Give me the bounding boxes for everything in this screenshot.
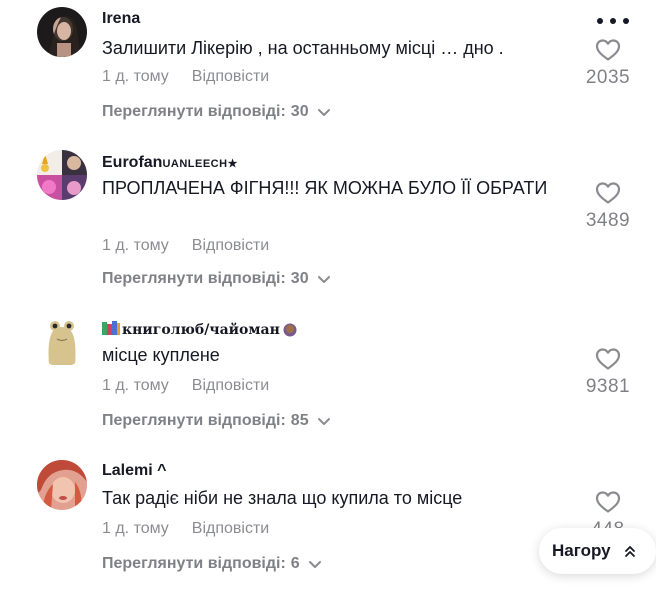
view-replies-label: Переглянути відповіді: [102, 103, 286, 120]
like-count: 3489 [585, 210, 631, 231]
comment-time: 1 д. тому [102, 520, 169, 537]
reply-count: 30 [290, 103, 309, 120]
avatar[interactable] [37, 460, 87, 510]
view-replies-button[interactable]: Переглянути відповіді: 85 [102, 412, 331, 430]
ellipsis-icon [597, 18, 603, 24]
avatar[interactable] [37, 150, 87, 200]
heart-outline-icon [595, 348, 621, 370]
view-replies-label: Переглянути відповіді: [102, 412, 286, 429]
like-button[interactable]: 3489 [578, 181, 638, 232]
reply-button[interactable]: Відповісти [192, 520, 269, 537]
comment-time: 1 д. тому [102, 68, 169, 85]
double-chevron-up-icon [624, 546, 635, 557]
avatar[interactable] [37, 317, 87, 367]
comment-meta: 1 д. тому Відповісти [102, 68, 269, 86]
username-suffix: UANLEECH★ [162, 158, 238, 170]
comment-time: 1 д. тому [102, 237, 169, 254]
comment-text: Залишити Лікерію , на останньому місці …… [102, 38, 504, 58]
chevron-down-icon [317, 109, 330, 116]
comment-meta: 1 д. тому Відповісти [102, 377, 269, 395]
chevron-down-icon [317, 418, 330, 425]
comment-text: ПРОПЛАЧЕНА ФІГНЯ!!! ЯК МОЖНА БУЛО ЇЇ ОБР… [102, 178, 548, 198]
books-icon [102, 321, 120, 335]
like-button[interactable]: 9381 [578, 347, 638, 398]
comment-time: 1 д. тому [102, 377, 169, 394]
comment-text: Так радіє ніби не знала що купила то міс… [102, 488, 463, 508]
avatar[interactable] [37, 7, 87, 57]
username[interactable]: EurofanUANLEECH★ [102, 154, 238, 172]
like-button[interactable]: 2035 [578, 38, 638, 89]
view-replies-button[interactable]: Переглянути відповіді: 6 [102, 555, 322, 573]
like-count: 2035 [585, 67, 631, 88]
like-count: 9381 [585, 376, 631, 397]
username-text: книголюб/чайоман [122, 322, 280, 338]
view-replies-label: Переглянути відповіді: [102, 270, 286, 287]
username[interactable]: книголюб/чайоман [102, 321, 298, 338]
heart-outline-icon [595, 491, 621, 513]
view-replies-label: Переглянути відповіді: [102, 555, 286, 572]
back-to-top-button[interactable]: Нагору [539, 528, 656, 574]
comment-text: місце куплене [102, 345, 220, 365]
chevron-down-icon [308, 561, 321, 568]
comment-meta: 1 д. тому Відповісти [102, 237, 269, 255]
reply-count: 6 [290, 555, 300, 572]
view-replies-button[interactable]: Переглянути відповіді: 30 [102, 103, 331, 121]
tea-cup-icon [283, 323, 297, 337]
heart-outline-icon [595, 39, 621, 61]
reply-button[interactable]: Відповісти [192, 68, 269, 85]
heart-outline-icon [595, 182, 621, 204]
more-options-button[interactable] [597, 14, 629, 28]
back-to-top-label: Нагору [552, 541, 611, 560]
chevron-down-icon [317, 276, 330, 283]
comment-meta: 1 д. тому Відповісти [102, 520, 269, 538]
reply-button[interactable]: Відповісти [192, 377, 269, 394]
username[interactable]: Irena [102, 10, 140, 28]
username-text: Eurofan [102, 154, 163, 171]
username[interactable]: Lalemi ^ [102, 462, 166, 480]
reply-button[interactable]: Відповісти [192, 237, 269, 254]
reply-count: 85 [290, 412, 309, 429]
reply-count: 30 [290, 270, 309, 287]
view-replies-button[interactable]: Переглянути відповіді: 30 [102, 270, 331, 288]
